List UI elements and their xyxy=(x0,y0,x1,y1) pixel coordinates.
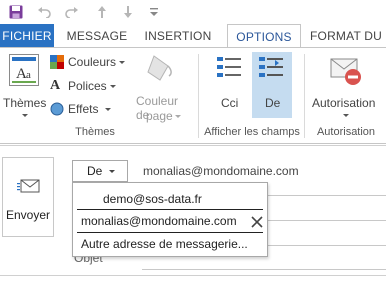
from-fields-icon xyxy=(259,57,283,77)
themes-group-label: Thèmes xyxy=(75,126,115,138)
from-field-label: De xyxy=(265,96,281,110)
permission-group-label: Autorisation xyxy=(316,126,376,138)
chevron-down-icon xyxy=(109,170,115,173)
fonts-label: Polices xyxy=(68,79,107,93)
permission-button[interactable]: Autorisation xyxy=(308,52,384,124)
paint-bucket-icon xyxy=(147,55,172,81)
chevron-down-icon xyxy=(343,114,349,117)
chevron-down-icon xyxy=(22,114,28,117)
send-envelope-icon xyxy=(17,179,40,193)
chevron-down-icon xyxy=(119,61,125,64)
tab-options[interactable]: OPTIONS xyxy=(227,24,301,49)
quick-access-toolbar xyxy=(0,0,386,24)
colors-label: Couleurs xyxy=(68,55,117,69)
send-label: Envoyer xyxy=(5,208,51,222)
tab-message[interactable]: MESSAGE xyxy=(62,24,132,48)
colors-button[interactable]: Couleurs xyxy=(50,54,130,72)
divider xyxy=(0,145,386,146)
from-dropdown-label: De xyxy=(87,164,103,178)
permission-icon xyxy=(330,58,361,85)
themes-label: Thèmes xyxy=(3,96,47,110)
tab-insertion[interactable]: INSERTION xyxy=(140,24,216,48)
bcc-label: Cci xyxy=(221,96,239,110)
permission-label: Autorisation xyxy=(312,96,376,110)
themes-button[interactable]: A a Thèmes xyxy=(2,52,46,122)
from-field-button[interactable]: De xyxy=(252,52,292,118)
effects-label: Effets xyxy=(68,102,99,116)
colors-icon xyxy=(50,55,64,69)
save-icon[interactable] xyxy=(6,2,26,22)
chevron-down-icon xyxy=(105,108,111,111)
close-icon[interactable] xyxy=(251,216,263,228)
divider xyxy=(77,209,263,210)
tab-fichier[interactable]: FICHIER xyxy=(0,24,54,48)
chevron-down-icon xyxy=(110,85,116,88)
ribbon-tabs: FICHIER MESSAGE INSERTION OPTIONS FORMAT… xyxy=(0,24,386,49)
redo-icon[interactable] xyxy=(62,2,82,22)
fonts-icon: A xyxy=(50,78,61,93)
effects-button[interactable]: Effets xyxy=(50,101,130,119)
dropdown-item-demo[interactable]: demo@sos-data.fr xyxy=(73,189,267,209)
dropdown-item-monalias[interactable]: monalias@mondomaine.com xyxy=(73,211,267,231)
chevron-down-icon xyxy=(175,115,181,118)
from-dropdown-menu: demo@sos-data.fr monalias@mondomaine.com… xyxy=(72,182,268,257)
fonts-button[interactable]: A Polices xyxy=(50,78,130,96)
divider xyxy=(77,232,263,233)
svg-text:a: a xyxy=(26,69,31,81)
message-body[interactable] xyxy=(0,276,386,305)
page-color-button[interactable]: Couleur de page xyxy=(130,52,192,124)
effects-icon xyxy=(50,102,64,116)
ribbon: A a Thèmes Couleurs A Polices Effets Cou… xyxy=(0,48,386,144)
bcc-fields-icon xyxy=(217,57,241,77)
bcc-button[interactable]: Cci xyxy=(210,52,250,118)
from-dropdown-button[interactable]: De xyxy=(72,160,128,182)
customize-icon[interactable] xyxy=(144,2,164,22)
fields-group-label: Afficher les champs xyxy=(204,126,300,138)
move-up-icon[interactable] xyxy=(92,2,112,22)
tab-format[interactable]: FORMAT DU xyxy=(310,24,386,48)
page-color-label-line2: page xyxy=(146,109,173,123)
group-divider xyxy=(304,54,305,138)
from-address-value: monalias@mondomaine.com xyxy=(143,164,299,178)
send-button[interactable]: Envoyer xyxy=(2,157,54,237)
move-down-icon[interactable] xyxy=(118,2,138,22)
themes-icon: A a xyxy=(9,54,39,86)
dropdown-item-other-address[interactable]: Autre adresse de messagerie... xyxy=(73,234,267,254)
undo-icon[interactable] xyxy=(34,2,54,22)
group-divider xyxy=(198,54,199,138)
